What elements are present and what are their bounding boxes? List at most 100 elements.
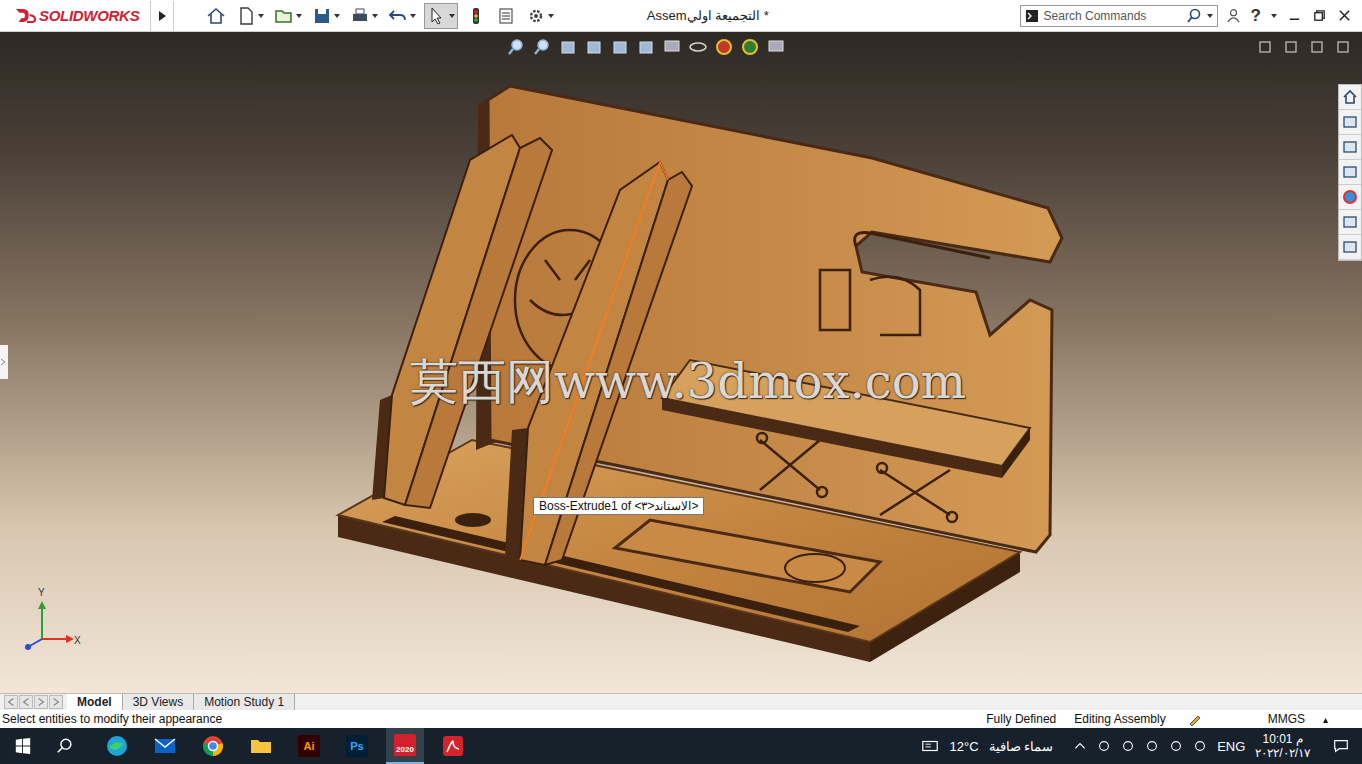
dropdown-caret-icon[interactable] (1271, 14, 1277, 18)
dyn-icon[interactable] (611, 38, 629, 56)
weather-temp[interactable]: 12°C (949, 739, 978, 754)
tray-status-icon[interactable] (1169, 739, 1183, 753)
view-tab[interactable]: 3D Views (123, 694, 194, 710)
solidworks-app[interactable]: 2020 (386, 728, 424, 764)
props-tab[interactable] (1339, 210, 1361, 235)
view-tab[interactable]: Motion Study 1 (194, 694, 295, 710)
units-arrow[interactable]: ▴ (1323, 714, 1328, 725)
select-button[interactable] (424, 3, 458, 29)
viewport-layout-icon[interactable] (1310, 40, 1324, 54)
hide-icon[interactable] (689, 38, 707, 56)
windows-start-icon[interactable] (14, 737, 32, 755)
viewport-layout-icon[interactable] (1258, 40, 1272, 54)
search-commands-field[interactable]: Search Commands (1020, 5, 1218, 27)
menu-flyout-button[interactable] (150, 1, 174, 31)
edge-app[interactable] (98, 728, 136, 764)
mail-app[interactable] (146, 728, 184, 764)
zoombox-icon[interactable] (533, 38, 551, 56)
edge-icon (105, 734, 129, 758)
view-tab[interactable]: Model (67, 694, 123, 710)
folder-tab[interactable] (1339, 135, 1361, 160)
acrobat-app[interactable] (434, 728, 472, 764)
viewport-layout-icon[interactable] (1336, 40, 1350, 54)
prev-icon[interactable] (559, 38, 577, 56)
close-icon[interactable] (1337, 8, 1352, 23)
new-button[interactable] (234, 4, 266, 28)
gear-icon (526, 6, 546, 26)
window-controls: ? (1226, 6, 1362, 26)
tab-scroll-icon[interactable] (34, 695, 48, 709)
dropdown-caret-icon (296, 14, 302, 18)
viewport-layout-icon[interactable] (1284, 40, 1298, 54)
palette-tab[interactable] (1339, 160, 1361, 185)
dropdown-caret-icon (372, 14, 378, 18)
tab-scroll-icon[interactable] (4, 695, 18, 709)
zoomfit-icon[interactable] (507, 38, 525, 56)
restore-icon[interactable] (1312, 8, 1327, 23)
home-icon (206, 6, 226, 26)
appear-tab[interactable] (1339, 185, 1361, 210)
watermark: 莫西网www.3dmox.com (410, 350, 966, 414)
clock[interactable]: 10:01 م٢٠٢٢/٠٢/١٧ (1255, 732, 1310, 760)
tab-scroll-icon[interactable] (49, 695, 63, 709)
chrome-app[interactable] (194, 728, 232, 764)
photoshop-app[interactable]: Ps (338, 728, 376, 764)
tray-status-icon[interactable] (1097, 739, 1111, 753)
quick-access-toolbar (174, 3, 556, 29)
home-icon (1342, 89, 1358, 105)
search-icon[interactable] (56, 737, 74, 755)
graphics-area[interactable]: 莫西网www.3dmox.com Boss-Extrude1 of <الاستا… (0, 32, 1362, 693)
undo-icon (388, 6, 408, 26)
title-bar: SOLIDWORKSAssemالتجميعة اولي *Search Com… (0, 0, 1362, 32)
axis-triad-icon (20, 595, 80, 655)
chrome-icon (201, 734, 225, 758)
rebuild-icon[interactable] (1188, 712, 1202, 726)
forum-tab[interactable] (1339, 235, 1361, 260)
props-icon (496, 6, 516, 26)
display-icon[interactable] (637, 38, 655, 56)
user-icon[interactable] (1226, 8, 1241, 23)
props-button[interactable] (494, 4, 518, 28)
appear-icon[interactable] (715, 38, 733, 56)
news-icon[interactable] (921, 737, 939, 755)
feature-tooltip: Boss-Extrude1 of <الاستاند<٣> (533, 497, 704, 515)
parts-icon (1342, 114, 1358, 130)
monitor-icon[interactable] (767, 38, 785, 56)
scene-icon[interactable] (741, 38, 759, 56)
panel-handle[interactable] (0, 345, 8, 379)
forum-icon (1342, 239, 1358, 255)
dropdown-caret-icon (258, 14, 264, 18)
section-icon[interactable] (585, 38, 603, 56)
ds-logo-icon (14, 7, 36, 24)
notifications-icon[interactable] (1332, 737, 1350, 755)
input-language[interactable]: ENG (1217, 739, 1245, 754)
view-icon[interactable] (663, 38, 681, 56)
tray-status-icon[interactable] (1193, 739, 1207, 753)
units-button[interactable]: MMGS (1268, 712, 1305, 726)
tab-scroll-icon[interactable] (19, 695, 33, 709)
tray-chevron-icon[interactable] (1073, 739, 1087, 753)
home-button[interactable] (204, 4, 228, 28)
tray-status-icon[interactable] (1145, 739, 1159, 753)
save-button[interactable] (310, 4, 342, 28)
weather-text[interactable]: سماء صافية (989, 739, 1054, 754)
expand-arrow-icon (157, 10, 167, 22)
acrobat-icon (441, 734, 465, 758)
help-button[interactable]: ? (1251, 6, 1261, 26)
illustrator-app[interactable]: Ai (290, 728, 328, 764)
solidworks-icon: 2020 (394, 734, 416, 756)
dropdown-caret-icon (410, 14, 416, 18)
light-button[interactable] (464, 4, 488, 28)
gear-button[interactable] (524, 4, 556, 28)
parts-tab[interactable] (1339, 110, 1361, 135)
open-button[interactable] (272, 4, 304, 28)
folder-app[interactable] (242, 728, 280, 764)
tray-status-icon[interactable] (1121, 739, 1135, 753)
home-tab[interactable] (1339, 85, 1361, 110)
print-button[interactable] (348, 4, 380, 28)
minimize-icon[interactable] (1287, 8, 1302, 23)
solidworks-logo[interactable]: SOLIDWORKS (0, 7, 150, 24)
print-icon (350, 6, 370, 26)
undo-button[interactable] (386, 4, 418, 28)
reference-triad: YX (20, 595, 80, 655)
